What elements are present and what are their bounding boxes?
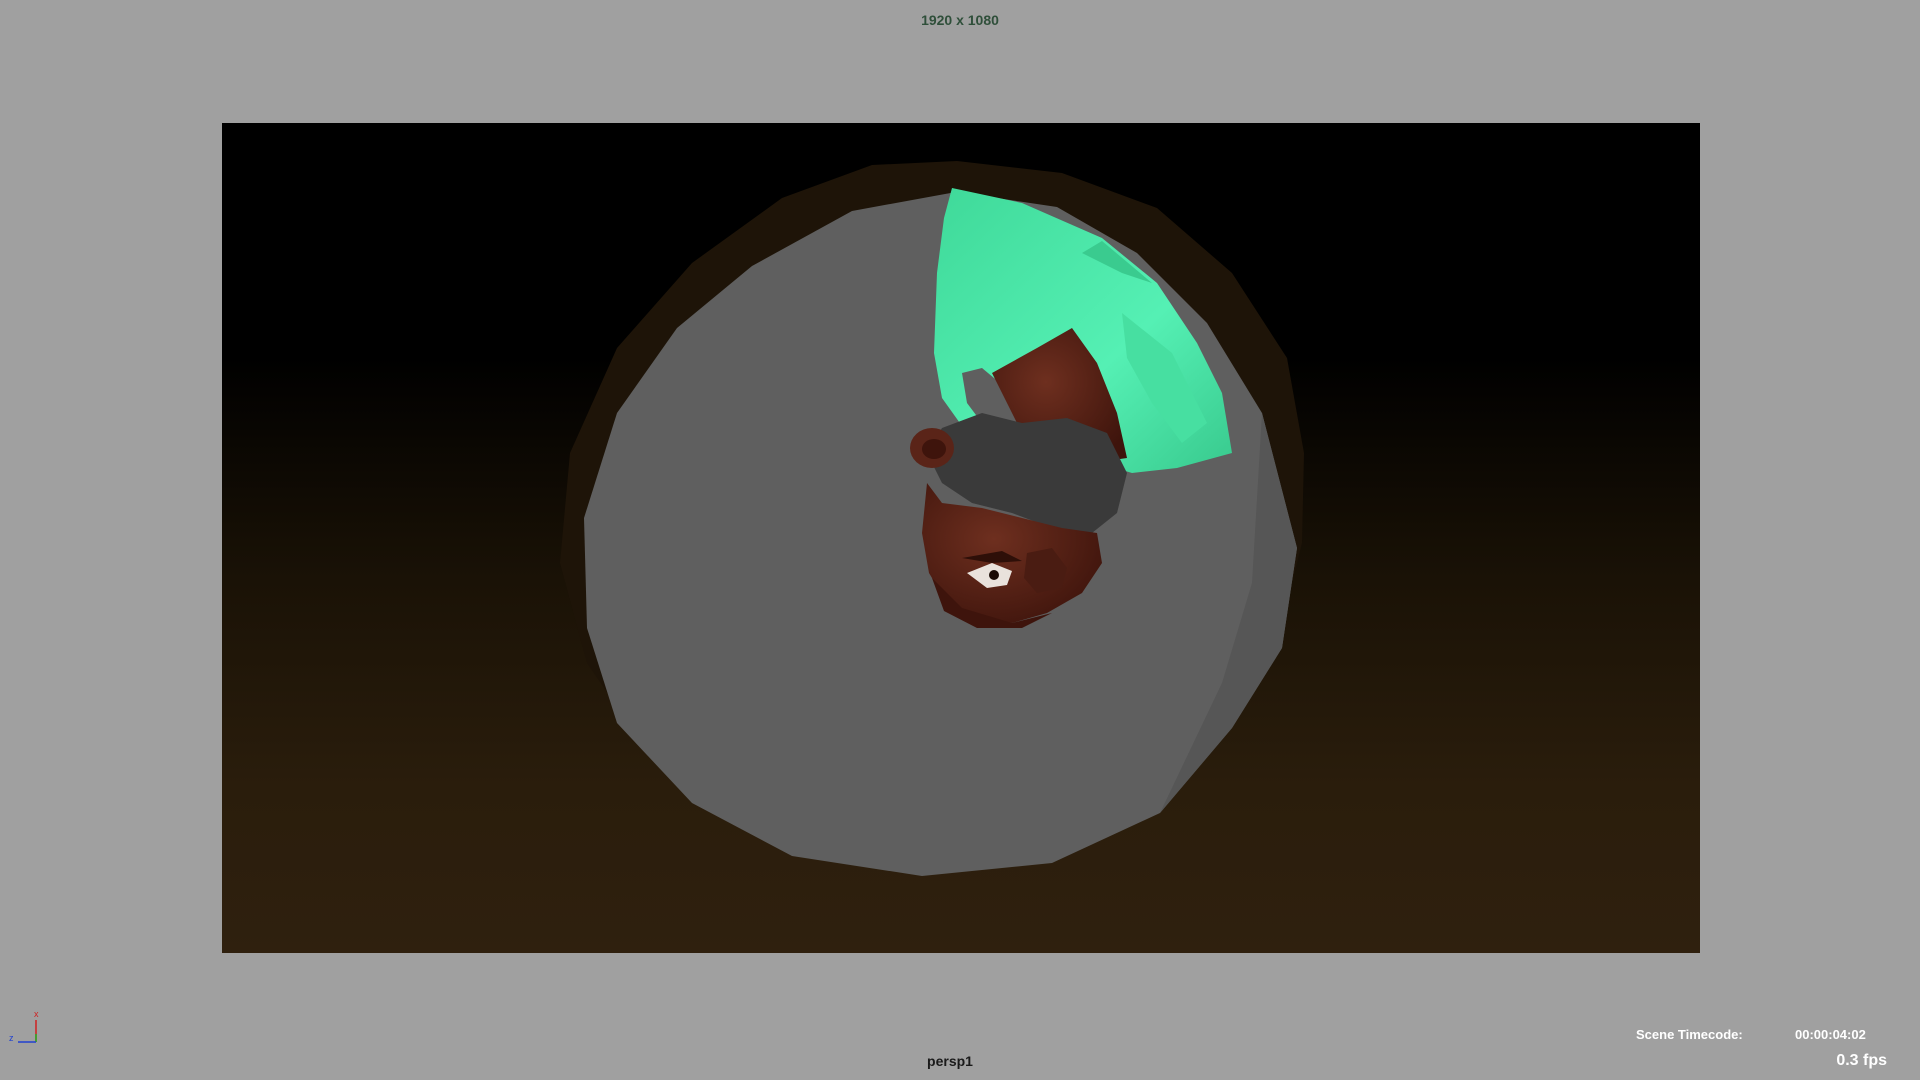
scene-render [560,161,1304,876]
axis-gizmo: x z [8,1008,42,1048]
character-ear-inner [922,439,946,459]
render-view[interactable] [222,123,1700,953]
scene-timecode-label: Scene Timecode: [1636,1027,1743,1042]
scene-timecode-value: 00:00:04:02 [1795,1027,1866,1042]
viewport-panel[interactable]: 1920 x 1080 x z persp1 Scene Timecode: 0… [0,0,1920,1080]
axis-x-label: x [34,1009,39,1019]
fps-readout: 0.3 fps [1836,1052,1887,1069]
resolution-label: 1920 x 1080 [921,12,999,28]
character-pupil [989,570,999,580]
camera-name-label: persp1 [927,1053,973,1069]
axis-z-label: z [9,1033,14,1043]
